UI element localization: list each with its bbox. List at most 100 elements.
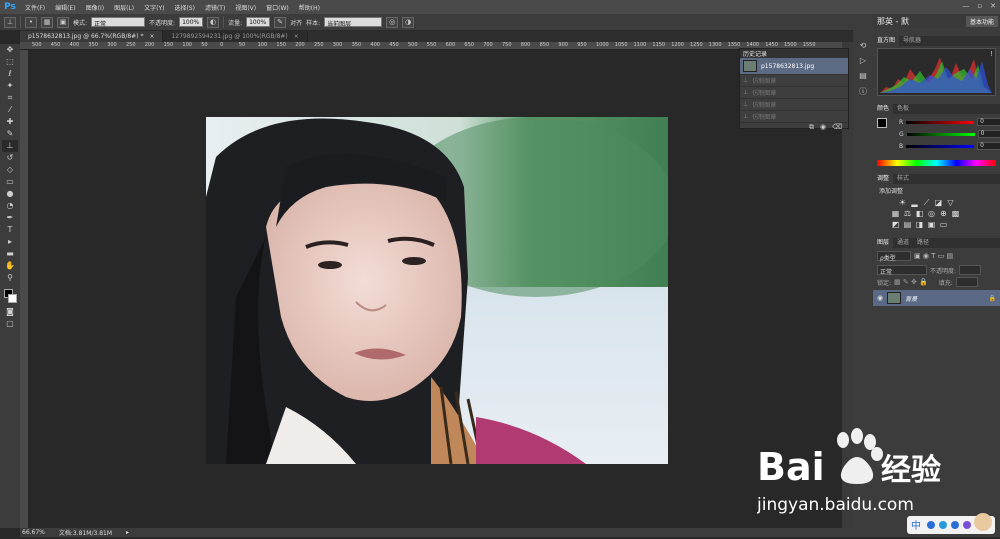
mode-select[interactable]: 正常 (91, 17, 146, 28)
tab-color[interactable]: 颜色 (873, 104, 894, 114)
green-value-input[interactable]: 0 (977, 130, 1000, 138)
tab-navigator[interactable]: 导航器 (899, 36, 925, 46)
hue-saturation-icon[interactable]: ▦ (890, 208, 901, 219)
color-balance-icon[interactable]: ⚖ (902, 208, 913, 219)
menu-filter[interactable]: 滤镜(T) (200, 3, 230, 12)
brush-size-icon[interactable]: • (25, 16, 37, 28)
new-document-from-state-icon[interactable]: ⧉ (809, 123, 814, 132)
photo-filter-icon[interactable]: ◎ (926, 208, 937, 219)
close-tab-icon[interactable]: × (149, 33, 154, 40)
clone-stamp-tool-icon[interactable]: ⊥ (2, 140, 18, 152)
opacity-input[interactable]: 100% (179, 17, 204, 27)
pressure-opacity-icon[interactable]: ◐ (207, 16, 220, 28)
aligned-checkbox[interactable]: 对齐 (290, 18, 302, 27)
menu-select[interactable]: 选择(S) (169, 3, 200, 12)
posterize-icon[interactable]: ▤ (902, 219, 913, 230)
status-menu-arrow[interactable]: ▸ (126, 529, 129, 536)
blue-value-input[interactable]: 0 (977, 142, 1000, 150)
tab-document-2[interactable]: 1279892594231.jpg @ 100%(RGB/8#) × (163, 31, 308, 42)
invert-icon[interactable]: ◩ (890, 219, 901, 230)
hand-tool-icon[interactable]: ✋ (2, 260, 18, 272)
histogram-warning-icon[interactable]: ! (990, 50, 993, 58)
dodge-tool-icon[interactable]: ◔ (2, 200, 18, 212)
color-swatches[interactable] (2, 288, 18, 306)
layer-filter-icons[interactable]: ▣ ◉ T ▭ ▤ (914, 252, 953, 260)
history-item[interactable]: ⊥ 仿制图章 (740, 99, 848, 111)
red-slider[interactable] (906, 120, 975, 124)
zoom-tool-icon[interactable]: ⚲ (2, 272, 18, 284)
visibility-eye-icon[interactable]: ◉ (877, 294, 883, 302)
quick-select-tool-icon[interactable]: ✦ (2, 80, 18, 92)
blur-tool-icon[interactable]: ● (2, 188, 18, 200)
red-value-input[interactable]: 0 (977, 118, 1000, 126)
background-color[interactable] (8, 294, 17, 303)
marquee-tool-icon[interactable]: ⬚ (2, 56, 18, 68)
tab-paths[interactable]: 路径 (913, 238, 933, 248)
lasso-tool-icon[interactable]: ℓ (2, 68, 18, 80)
layer-opacity-input[interactable] (959, 265, 982, 275)
flow-input[interactable]: 100% (246, 17, 271, 27)
eyedropper-tool-icon[interactable]: ⁄ (2, 104, 18, 116)
tab-channels[interactable]: 通道 (893, 238, 913, 248)
menu-type[interactable]: 文字(Y) (139, 3, 169, 12)
exposure-icon[interactable]: ◪ (933, 197, 944, 208)
history-panel-icon[interactable]: ⟲ (856, 41, 870, 53)
shape-tool-icon[interactable]: ▬ (2, 248, 18, 260)
menu-image[interactable]: 图像(I) (81, 3, 109, 12)
screen-mode-icon[interactable]: ▢ (2, 318, 18, 330)
close-tab-icon[interactable]: × (294, 33, 299, 40)
history-item[interactable]: ⊥ 仿制图章 (740, 87, 848, 99)
zoom-level[interactable]: 66.67% (22, 529, 45, 536)
menu-file[interactable]: 文件(F) (20, 3, 50, 12)
selective-color-icon[interactable]: ▣ (926, 219, 937, 230)
history-snapshot[interactable]: p1578632813.jpg (740, 58, 848, 75)
actions-panel-icon[interactable]: ▷ (856, 56, 870, 68)
eraser-tool-icon[interactable]: ◇ (2, 164, 18, 176)
threshold-icon[interactable]: ◨ (914, 219, 925, 230)
sample-select[interactable]: 当前图层 (324, 17, 383, 28)
tab-layers[interactable]: 图层 (873, 238, 894, 248)
maximize-button[interactable]: ▫ (977, 2, 982, 10)
history-item[interactable]: ⊥ 仿制图章 (740, 75, 848, 87)
history-item[interactable]: ⊥ 仿制图章 (740, 111, 848, 123)
brightness-icon[interactable]: ☀ (897, 197, 908, 208)
path-select-tool-icon[interactable]: ▸ (2, 236, 18, 248)
tab-swatches[interactable]: 色板 (893, 104, 913, 114)
pen-tool-icon[interactable]: ✒ (2, 212, 18, 224)
tab-adjustments[interactable]: 调整 (873, 174, 894, 184)
pressure-size-icon[interactable]: ◑ (402, 16, 415, 28)
menu-view[interactable]: 视图(V) (230, 3, 261, 12)
crop-tool-icon[interactable]: ⌗ (2, 92, 18, 104)
blend-mode-select[interactable]: 正常 (877, 265, 927, 276)
toggle-brush-panel-icon[interactable]: ▦ (41, 16, 53, 28)
clone-source-panel-icon[interactable]: ▣ (57, 16, 69, 28)
delete-state-icon[interactable]: ⌫ (832, 123, 842, 132)
panel-foreground-color[interactable] (877, 118, 887, 128)
type-tool-icon[interactable]: T (2, 224, 18, 236)
info-panel-icon[interactable]: ⓘ (856, 86, 870, 98)
layer-kind-filter[interactable]: ρ类型 (877, 251, 911, 262)
new-snapshot-icon[interactable]: ◉ (820, 123, 826, 132)
menu-edit[interactable]: 编辑(E) (50, 3, 80, 12)
color-lookup-icon[interactable]: ▩ (950, 208, 961, 219)
history-brush-tool-icon[interactable]: ↺ (2, 152, 18, 164)
lock-icons[interactable]: ▦ ✎ ✥ 🔒 (894, 278, 928, 286)
fill-input[interactable] (955, 277, 978, 287)
minimize-button[interactable]: — (962, 2, 969, 10)
levels-icon[interactable]: ▂ (909, 197, 920, 208)
healing-brush-tool-icon[interactable]: ✚ (2, 116, 18, 128)
menu-layer[interactable]: 图层(L) (109, 3, 139, 12)
gradient-map-icon[interactable]: ▭ (938, 219, 949, 230)
airbrush-icon[interactable]: ✎ (274, 16, 287, 28)
quick-mask-icon[interactable]: ◙ (2, 306, 18, 318)
menu-window[interactable]: 窗口(W) (261, 3, 294, 12)
tab-styles[interactable]: 样式 (893, 174, 913, 184)
close-button[interactable]: ✕ (990, 2, 996, 10)
properties-panel-icon[interactable]: ▤ (856, 71, 870, 83)
essentials-workspace-button[interactable]: 基本功能 (965, 15, 998, 27)
layer-row-background[interactable]: ◉ 背景 🔒 (873, 290, 1000, 306)
menu-help[interactable]: 帮助(H) (294, 3, 325, 12)
tab-document-1[interactable]: p1578632813.jpg @ 66.7%(RGB/8#) * × (20, 31, 164, 42)
brush-tool-icon[interactable]: ✎ (2, 128, 18, 140)
green-slider[interactable] (906, 132, 975, 136)
